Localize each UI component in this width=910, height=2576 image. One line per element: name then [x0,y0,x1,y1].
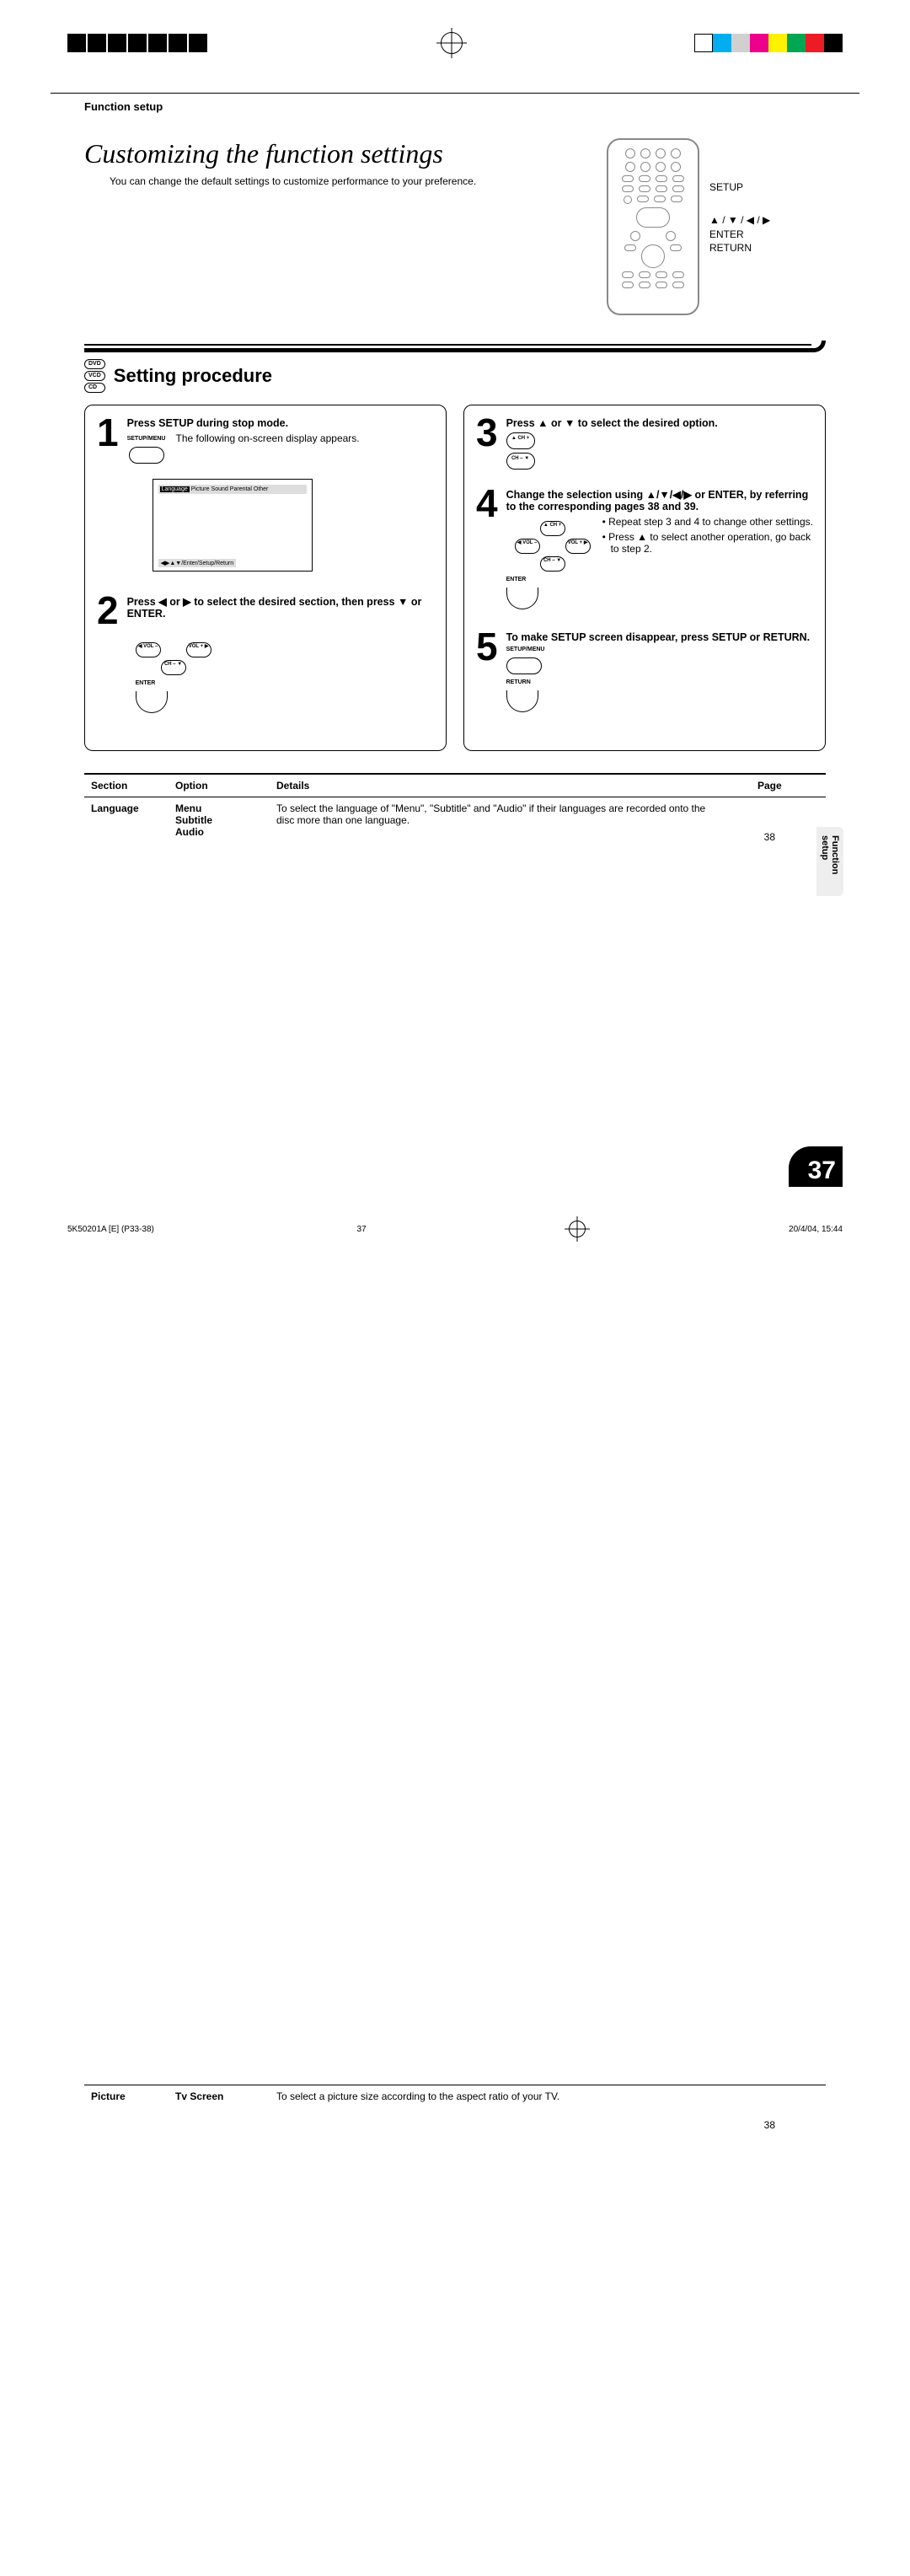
step-5: 5 To make SETUP screen disappear, press … [476,631,813,719]
settings-table: Section Option Details Page Language Men… [84,773,826,2576]
color-bar [694,34,843,52]
step-number: 1 [97,417,119,580]
th-option: Option [169,774,270,797]
step-number: 3 [476,417,498,473]
table-row: Picture Tv Screen To select a picture si… [84,2085,826,2576]
dpad-right: VOL + ▶ [565,539,591,554]
remote-return-label: RETURN [709,241,770,255]
setup-button-icon [129,447,164,464]
disc-type-badges: DVD VCD CD [84,359,105,393]
dpad-up: ▲ CH + [540,521,565,536]
step-1-body: The following on-screen display appears. [176,432,360,444]
footer-page: 37 [357,1225,367,1234]
page-title: Customizing the function settings [84,138,565,169]
disc-cd: CD [84,383,105,393]
remote-enter-label: ENTER [709,228,770,242]
dpad-left: ◀ VOL – [136,642,161,657]
enter-button-icon [506,588,538,609]
osd-tab-other: Other [254,486,269,492]
steps-left-column: 1 Press SETUP during stop mode. SETUP/ME… [84,405,447,751]
crosshair-icon [569,1221,586,1237]
dpad-left: ◀ VOL – [515,539,540,554]
crosshair-icon [441,32,463,54]
ch-down-button: CH – ▼ [506,453,535,470]
remote-labels: SETUP ▲ / ▼ / ◀ / ▶ ENTER RETURN [709,138,770,315]
settings-table-wrap: Section Option Details Page Language Men… [84,773,826,2576]
step-2: 2 Press ◀ or ▶ to select the desired sec… [97,595,434,720]
osd-tab-language: Language [160,486,190,492]
section-rule [84,341,826,352]
table-row: Language Menu Subtitle Audio To select t… [84,797,826,2085]
step-4-bullets: Repeat step 3 and 4 to change other sett… [602,516,813,616]
setup-menu-label: SETUP/MENU [127,436,166,442]
th-page: Page [714,774,826,797]
dpad-full-diagram: ▲ CH + CH – ▼ ◀ VOL – VOL + ▶ [515,521,591,572]
osd-tab-parental: Parental [230,486,252,492]
print-footer: 5K50201A [E] (P33-38) 37 20/4/04, 15:44 [67,1221,843,1237]
footer-doc-id: 5K50201A [E] (P33-38) [67,1225,154,1234]
step-1-head: Press SETUP during stop mode. [127,417,434,429]
step-1: 1 Press SETUP during stop mode. SETUP/ME… [97,417,434,580]
dpad-down: CH – ▼ [161,660,186,675]
ch-up-button: ▲ CH + [506,432,535,449]
enter-button-icon [136,691,168,713]
osd-tab-sound: Sound [211,486,228,492]
disc-dvd: DVD [84,359,105,369]
setup-button-icon [506,657,542,674]
section-heading: Setting procedure [114,365,272,387]
bullet-1: Repeat step 3 and 4 to change other sett… [602,516,813,528]
step-5-head: To make SETUP screen disappear, press SE… [506,631,813,643]
remote-control-diagram [607,138,699,315]
step-2-head: Press ◀ or ▶ to select the desired secti… [127,595,434,620]
dpad-right: VOL + ▶ [186,642,211,657]
dpad-diagram: ◀ VOL – VOL + ▶ CH – ▼ [136,625,211,675]
osd-footer: ◀▶▲▼/Enter/Setup/Return [158,559,237,567]
step-number: 5 [476,631,498,719]
step-4-head: Change the selection using ▲/▼/◀/▶ or EN… [506,488,813,513]
horizontal-rule [51,93,859,94]
return-button-icon [506,690,538,712]
osd-tab-picture: Picture [191,486,210,492]
step-3-head: Press ▲ or ▼ to select the desired optio… [506,417,813,429]
header-section-label: Function setup [84,100,859,113]
osd-screen-mock: Language Picture Sound Parental Other ◀▶… [153,479,313,572]
print-registration-marks [0,30,910,56]
dpad-down: CH – ▼ [540,556,565,572]
enter-label: ENTER [506,577,527,582]
page-number-badge: 37 [789,1146,843,1187]
step-4: 4 Change the selection using ▲/▼/◀/▶ or … [476,488,813,616]
steps-right-column: 3 Press ▲ or ▼ to select the desired opt… [463,405,826,751]
th-section: Section [84,774,169,797]
return-label: RETURN [506,679,531,685]
remote-arrows-label: ▲ / ▼ / ◀ / ▶ [709,213,770,228]
setup-menu-label: SETUP/MENU [506,647,545,652]
footer-timestamp: 20/4/04, 15:44 [789,1225,843,1234]
step-number: 4 [476,488,498,616]
th-details: Details [270,774,714,797]
step-3: 3 Press ▲ or ▼ to select the desired opt… [476,417,813,473]
bullet-2: Press ▲ to select another operation, go … [602,531,813,555]
remote-setup-label: SETUP [709,180,770,195]
step-number: 2 [97,595,119,720]
intro-paragraph: You can change the default settings to c… [84,174,565,188]
black-bar-left [67,34,209,52]
disc-vcd: VCD [84,371,105,381]
enter-label: ENTER [136,680,156,686]
